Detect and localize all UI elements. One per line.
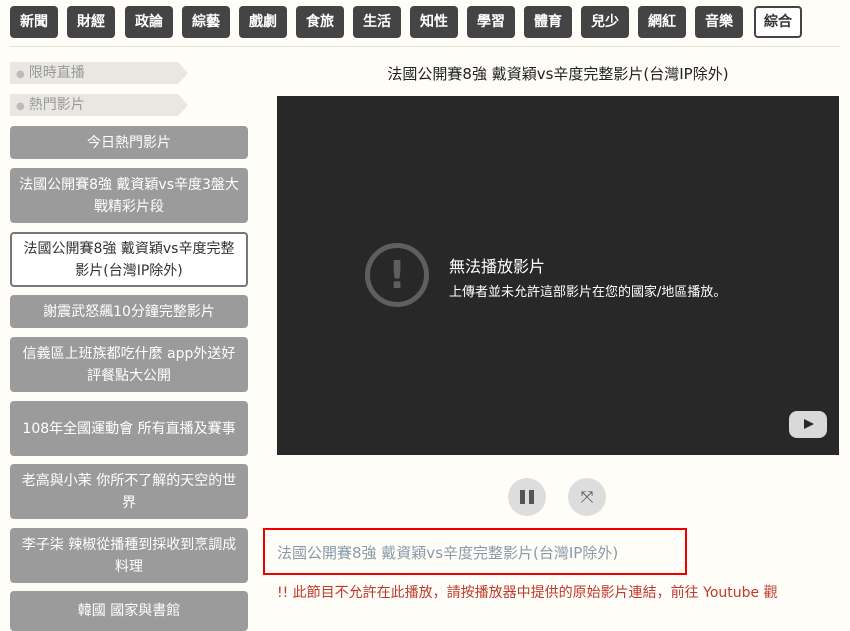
bullet-icon: ● [16, 69, 25, 80]
sidebar-section-label[interactable]: ● 限時直播 [10, 62, 188, 84]
pause-icon [520, 490, 534, 504]
sidebar-item[interactable]: 法國公開賽8強 戴資穎vs辛度完整影片(台灣IP除外) [10, 232, 248, 287]
exclamation-icon: ! [365, 243, 429, 307]
fullscreen-icon: ⤧ [580, 487, 594, 506]
category-tab[interactable]: 知性 [410, 6, 458, 38]
sidebar-section-text: 限時直播 [28, 65, 85, 81]
category-tab[interactable]: 音樂 [695, 6, 743, 38]
bullet-icon: ● [16, 101, 25, 112]
category-tab[interactable]: 財經 [67, 6, 115, 38]
category-tab[interactable]: 政論 [125, 6, 173, 38]
category-tab[interactable]: 學習 [467, 6, 515, 38]
sidebar-item[interactable]: 法國公開賽8強 戴資穎vs辛度3盤大戰精彩片段 [10, 168, 248, 223]
sidebar-item[interactable]: 謝震武怒飆10分鐘完整影片 [10, 295, 248, 328]
sidebar-item[interactable]: 李子柒 辣椒從播種到採收到烹調成料理 [10, 528, 248, 583]
divider [10, 46, 840, 47]
category-tab[interactable]: 綜合 [754, 6, 802, 38]
category-tab[interactable]: 兒少 [581, 6, 629, 38]
player-error-title: 無法播放影片 [449, 257, 546, 276]
category-tab[interactable]: 戲劇 [239, 6, 287, 38]
original-video-link[interactable]: 法國公開賽8強 戴資穎vs辛度完整影片(台灣IP除外) [277, 542, 618, 563]
sidebar-item[interactable]: 108年全國運動會 所有直播及賽事 [10, 401, 248, 456]
sidebar-section-label[interactable]: ● 熱門影片 [10, 94, 188, 116]
category-tab[interactable]: 新聞 [10, 6, 58, 38]
pause-button[interactable] [508, 478, 546, 516]
playback-notice: !! 此節目不允許在此播放，請按播放器中提供的原始影片連結，前往 Youtube… [277, 585, 778, 601]
video-title: 法國公開賽8強 戴資穎vs辛度完整影片(台灣IP除外) [387, 65, 729, 83]
sidebar-section-text: 熱門影片 [28, 97, 85, 113]
youtube-logo-icon[interactable] [789, 411, 827, 438]
category-tab[interactable]: 綜藝 [182, 6, 230, 38]
category-tab[interactable]: 體育 [524, 6, 572, 38]
category-tab[interactable]: 食旅 [296, 6, 344, 38]
video-player[interactable]: ! 無法播放影片 上傳者並未允許這部影片在您的國家/地區播放。 [277, 96, 839, 455]
sidebar-item[interactable]: 今日熱門影片 [10, 126, 248, 159]
sidebar-item[interactable]: 信義區上班族都吃什麼 app外送好評餐點大公開 [10, 337, 248, 392]
player-error-message: 上傳者並未允許這部影片在您的國家/地區播放。 [449, 285, 727, 300]
sidebar-item[interactable]: 老高與小茉 你所不了解的天空的世界 [10, 464, 248, 519]
category-tab[interactable]: 網紅 [638, 6, 686, 38]
category-tab[interactable]: 生活 [353, 6, 401, 38]
fullscreen-button[interactable]: ⤧ [568, 478, 606, 516]
sidebar-item[interactable]: 韓國 國家與書館 [10, 591, 248, 631]
